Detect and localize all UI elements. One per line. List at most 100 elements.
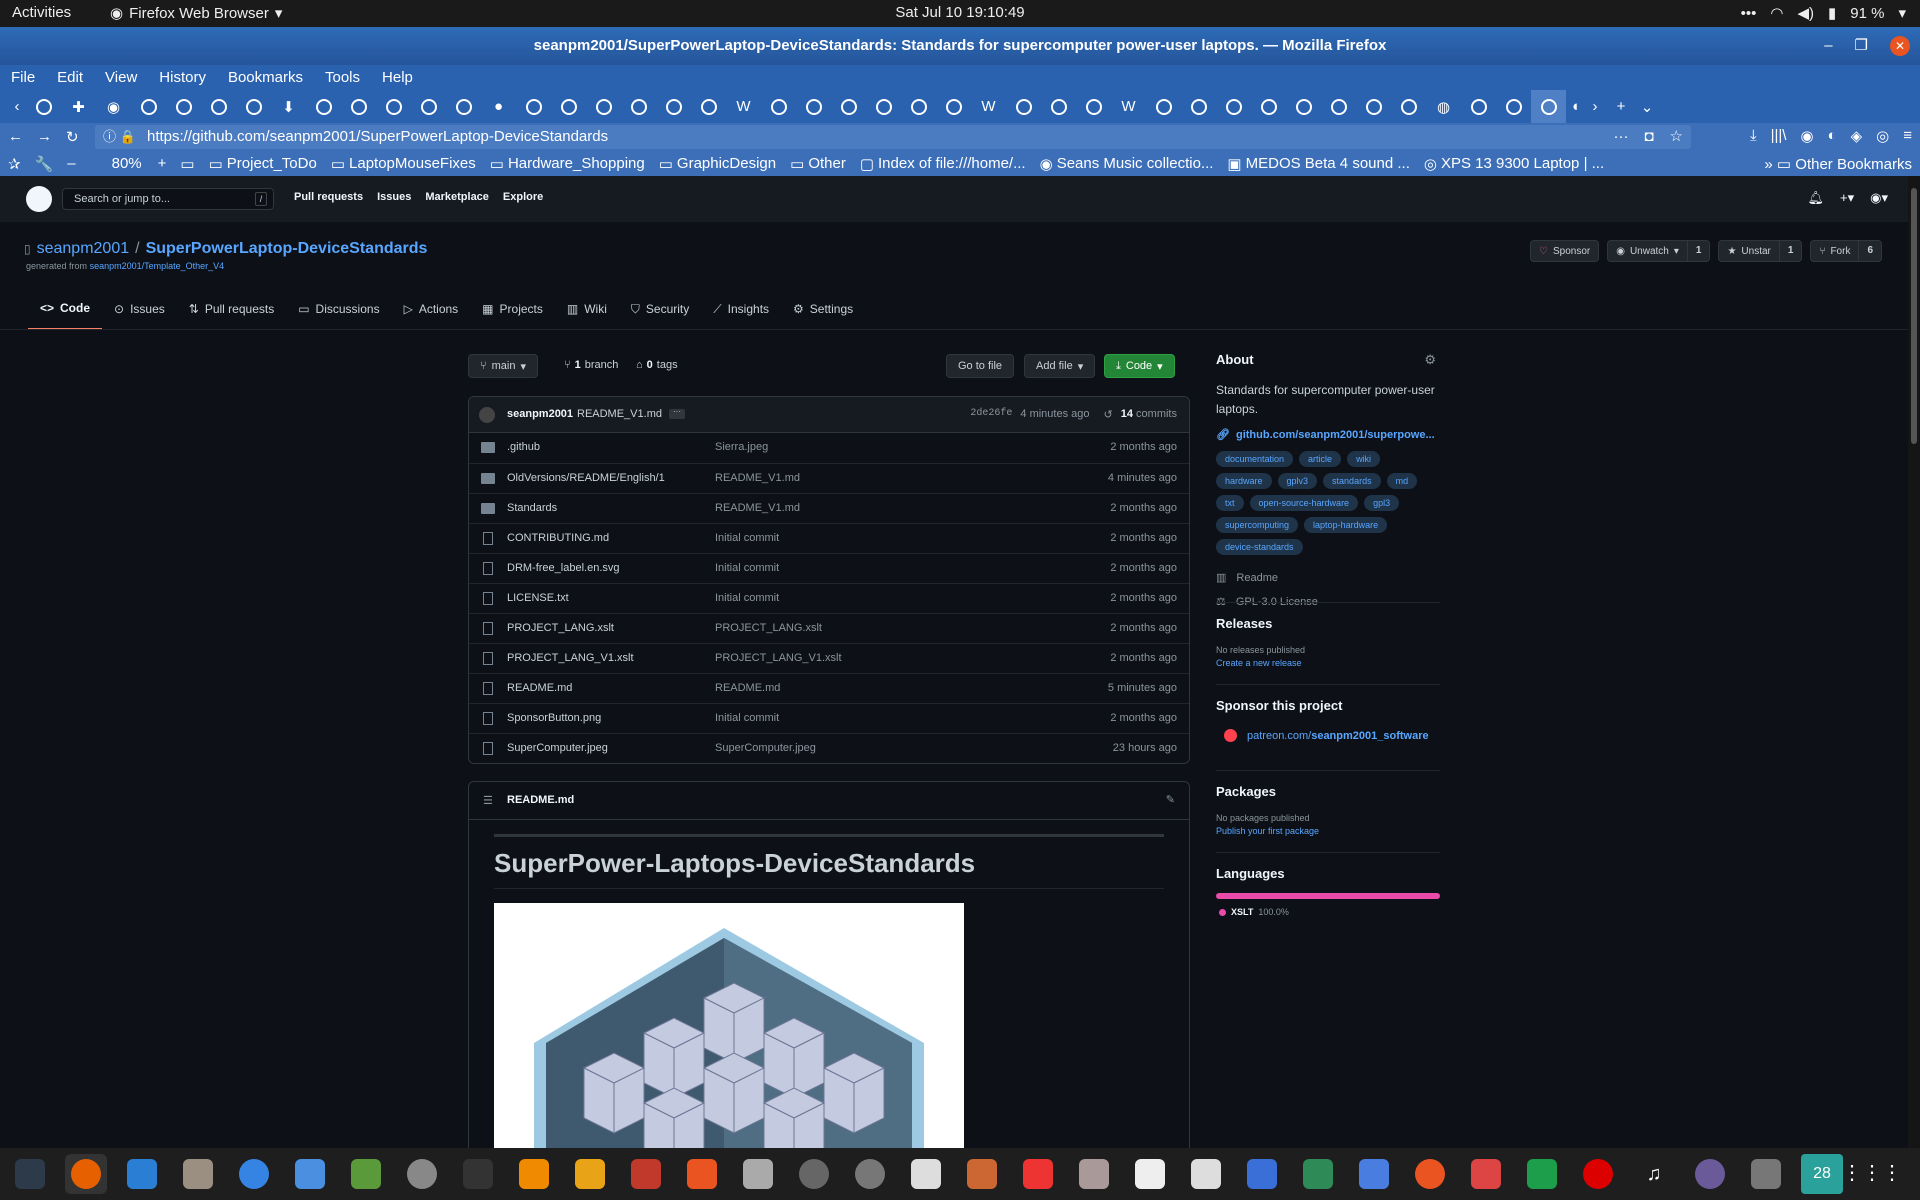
browser-tab[interactable]: ◉ [96,90,131,123]
app-store-icon[interactable] [793,1154,835,1194]
browser-tab[interactable] [761,90,796,123]
browser-tab[interactable] [236,90,271,123]
todo-icon[interactable] [1241,1154,1283,1194]
other-bookmarks[interactable]: » ▭ Other Bookmarks [1764,155,1912,173]
file-name[interactable]: SponsorButton.png [507,712,601,724]
patreon-link[interactable]: patreon.com/seanpm2001_software [1216,729,1440,742]
browser-tab[interactable] [446,90,481,123]
inkscape-icon[interactable] [905,1154,947,1194]
browser-tab[interactable] [621,90,656,123]
vlc-icon[interactable] [513,1154,555,1194]
tab-pull-requests[interactable]: ⇅ Pull requests [177,288,286,330]
create-release-link[interactable]: Create a new release [1216,658,1440,668]
bookmark-folder[interactable]: ▭ Hardware_Shopping [490,155,645,173]
browser-tab[interactable] [131,90,166,123]
topic-tag[interactable]: device-standards [1216,539,1303,555]
extension-icon[interactable]: ◐ [1828,127,1837,145]
close-icon[interactable]: ✕ [1890,36,1910,56]
updater-icon[interactable] [1409,1154,1451,1194]
calculator-icon[interactable] [569,1154,611,1194]
browser-tab[interactable] [586,90,621,123]
browser-tab[interactable] [26,90,61,123]
file-row[interactable]: README.md README.md 5 minutes ago [469,673,1189,703]
browser-tab[interactable] [1321,90,1356,123]
screen-icon[interactable] [1353,1154,1395,1194]
file-commit-message[interactable]: Initial commit [715,562,779,574]
file-commit-message[interactable]: PROJECT_LANG_V1.xslt [715,652,842,664]
file-name[interactable]: DRM-free_label.en.svg [507,562,620,574]
browser-tab[interactable] [656,90,691,123]
file-commit-message[interactable]: Initial commit [715,592,779,604]
tab-wiki[interactable]: ▥ Wiki [555,288,619,330]
notification-bell-icon[interactable]: 🔔︎ [1807,190,1824,206]
firefox-icon[interactable] [65,1154,107,1194]
watch-count[interactable]: 1 [1686,241,1710,261]
topic-tag[interactable]: documentation [1216,451,1294,467]
file-commit-message[interactable]: README.md [715,682,780,694]
file-name[interactable]: Standards [507,502,557,514]
browser-tab[interactable]: W [1111,90,1146,123]
font-viewer-icon[interactable] [1017,1154,1059,1194]
tab-projects[interactable]: ▦ Projects [470,288,555,330]
app-menu[interactable]: ◉ Firefox Web Browser ▾ [110,4,282,23]
file-commit-message[interactable]: SuperComputer.jpeg [715,742,816,754]
fork-count[interactable]: 6 [1858,241,1881,261]
menu-edit[interactable]: Edit [57,69,83,86]
disk-icon[interactable] [849,1154,891,1194]
address-bar[interactable]: ⓘ 🔒 https://github.com/seanpm2001/SuperP… [95,125,1691,149]
browser-tab[interactable] [411,90,446,123]
hamburger-menu-icon[interactable]: ≡ [1903,127,1912,145]
publish-package-link[interactable]: Publish your first package [1216,826,1440,836]
file-row[interactable]: .github Sierra.jpeg 2 months ago [469,433,1189,463]
browser-tab[interactable] [1146,90,1181,123]
vim-icon[interactable] [1297,1154,1339,1194]
browser-tab[interactable] [901,90,936,123]
tab-actions[interactable]: ▷ Actions [392,288,471,330]
bookmark-link[interactable]: ◎ XPS 13 9300 Laptop | ... [1424,155,1604,173]
topic-tag[interactable]: wiki [1347,451,1381,467]
file-name[interactable]: PROJECT_LANG_V1.xslt [507,652,634,664]
commit-sha[interactable]: 2de26fe [970,408,1012,421]
search-input[interactable]: Search or jump to... / [62,188,274,210]
clock[interactable]: Sat Jul 10 19:10:49 [0,4,1920,21]
releases-title[interactable]: Releases [1216,616,1440,631]
fork-button[interactable]: ⑂ Fork 6 [1810,240,1882,262]
bookmark-link[interactable]: ▢ Index of file:///home/... [860,155,1026,173]
browser-tab[interactable] [1041,90,1076,123]
browser-tab[interactable] [201,90,236,123]
alert-icon[interactable] [1577,1154,1619,1194]
github-logo-icon[interactable] [26,186,52,212]
browser-tab[interactable]: ◍ [1426,90,1461,123]
dictionary-icon[interactable] [1185,1154,1227,1194]
browser-tab[interactable] [866,90,901,123]
code-download-button[interactable]: ⤓ Code ▾ [1104,354,1175,378]
sponsor-button[interactable]: ♡ Sponsor [1530,240,1600,262]
add-file-button[interactable]: Add file ▾ [1024,354,1096,378]
browser-tab[interactable] [1286,90,1321,123]
file-commit-message[interactable]: README_V1.md [715,502,800,514]
website-link[interactable]: 🔗︎ github.com/seanpm2001/superpowe... [1216,428,1440,442]
browser-tab[interactable]: ⬇ [271,90,306,123]
calendar-icon[interactable]: 28 [1801,1154,1843,1194]
tab-issues[interactable]: ⊙ Issues [102,288,177,330]
topic-tag[interactable]: gplv3 [1277,473,1318,489]
language-item[interactable]: XSLT 100.0% [1216,907,1440,917]
browser-tab[interactable] [691,90,726,123]
topic-tag[interactable]: laptop-hardware [1304,517,1388,533]
file-commit-message[interactable]: PROJECT_LANG.xslt [715,622,822,634]
tabs-back-icon[interactable]: ‹ [8,90,26,123]
file-name[interactable]: CONTRIBUTING.md [507,532,609,544]
menu-tools[interactable]: Tools [325,69,360,86]
wine-icon[interactable] [1745,1154,1787,1194]
browser-tab[interactable] [341,90,376,123]
expand-commit-icon[interactable]: ··· [669,408,685,419]
files-icon[interactable] [177,1154,219,1194]
star-icon[interactable]: ✰ [8,155,21,173]
game-icon[interactable] [1465,1154,1507,1194]
branch-selector[interactable]: ⑂ main ▾ [468,354,538,378]
star-count[interactable]: 1 [1778,241,1802,261]
bookmark-folder[interactable]: ▭ LaptopMouseFixes [331,155,476,173]
system-tray[interactable]: ••• ◠ ◀) ▮ 91 % ▾ [1741,4,1906,23]
browser-tab[interactable] [551,90,586,123]
topic-tag[interactable]: hardware [1216,473,1272,489]
